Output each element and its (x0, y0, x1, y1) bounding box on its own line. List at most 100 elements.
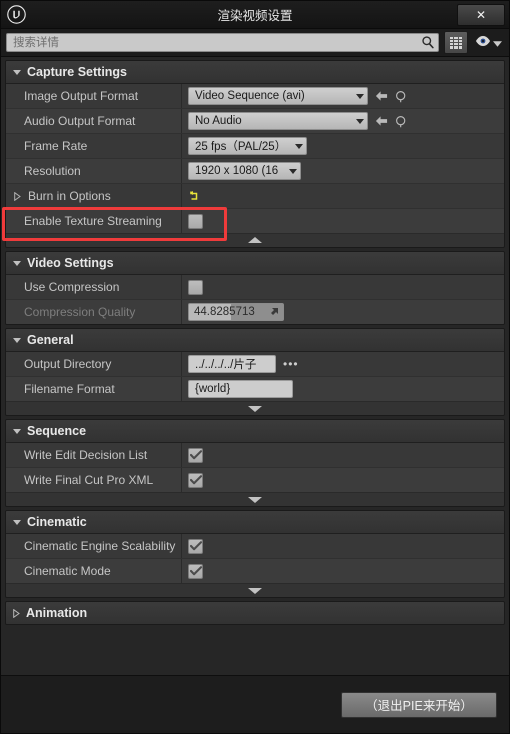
chevron-down-icon (356, 118, 364, 124)
property-label: Use Compression (24, 280, 120, 294)
property-label: Resolution (24, 164, 81, 178)
section-header-animation[interactable]: Animation (6, 602, 504, 624)
enable-texture-streaming-checkbox[interactable] (188, 213, 203, 229)
checkmark-icon (189, 566, 202, 576)
compression-quality-field[interactable]: 44.8285713 (188, 303, 284, 321)
section-header-video-settings[interactable]: Video Settings (6, 252, 504, 275)
section-header-capture-settings[interactable]: Capture Settings (6, 61, 504, 84)
section-header-sequence[interactable]: Sequence (6, 420, 504, 443)
property-row-audio-output-format: Audio Output Format No Audio (6, 109, 504, 134)
section-capture-settings: Capture Settings Image Output Format Vid… (5, 60, 505, 248)
collapse-up-icon (248, 237, 262, 243)
grid-view-button[interactable] (444, 31, 468, 54)
property-row-cinematic-engine-scalability: Cinematic Engine Scalability (6, 534, 504, 559)
section-header-cinematic[interactable]: Cinematic (6, 511, 504, 534)
details-panel[interactable]: Capture Settings Image Output Format Vid… (1, 57, 509, 705)
reset-arrow-icon[interactable] (375, 115, 388, 127)
expanded-triangle-icon (13, 337, 21, 343)
expanded-triangle-icon (13, 428, 21, 434)
expand-down-icon (248, 497, 262, 503)
search-toolbar (1, 29, 509, 57)
write-final-cut-pro-xml-checkbox[interactable] (188, 472, 203, 488)
use-compression-checkbox[interactable] (188, 279, 203, 295)
section-video-settings: Video Settings Use Compression Compressi… (5, 251, 505, 325)
section-animation: Animation (5, 601, 505, 625)
property-value (181, 275, 504, 299)
property-label: Frame Rate (24, 139, 88, 153)
checkmark-icon (189, 541, 202, 551)
property-value (181, 184, 504, 208)
property-label: Write Edit Decision List (24, 448, 148, 462)
property-row-frame-rate: Frame Rate 25 fps（PAL/25） (6, 134, 504, 159)
frame-rate-combo[interactable]: 25 fps（PAL/25） (188, 137, 307, 155)
capture-movie-button[interactable]: （退出PIE来开始） (341, 691, 497, 718)
expanded-triangle-icon (13, 69, 21, 75)
collapse-strip-capture-settings[interactable] (6, 233, 504, 247)
chevron-down-icon (356, 93, 364, 99)
property-row-compression-quality: Compression Quality 44.8285713 (6, 300, 504, 324)
grid-view-icon (450, 36, 462, 49)
property-label: Filename Format (24, 382, 115, 396)
property-label: Burn in Options (28, 189, 111, 203)
cinematic-mode-checkbox[interactable] (188, 563, 203, 579)
chevron-down-icon (295, 143, 303, 149)
property-value (181, 559, 504, 583)
eye-icon (475, 35, 491, 50)
audio-output-format-combo[interactable]: No Audio (188, 112, 368, 130)
collapse-strip-cinematic[interactable] (6, 583, 504, 597)
capture-movie-label: （退出PIE来开始） (365, 699, 473, 713)
collapse-strip-sequence[interactable] (6, 492, 504, 506)
property-label: Cinematic Engine Scalability (24, 539, 176, 553)
resolution-combo[interactable]: 1920 x 1080 (16:9) (188, 162, 301, 180)
property-label: Cinematic Mode (24, 564, 111, 578)
browse-magnifier-icon[interactable] (395, 90, 408, 103)
view-options-button[interactable] (473, 35, 504, 50)
collapsed-triangle-icon (14, 191, 21, 201)
reset-arrow-icon[interactable] (375, 90, 388, 102)
property-label: Write Final Cut Pro XML (24, 473, 154, 487)
unreal-engine-logo-icon (1, 1, 31, 28)
property-value: Video Sequence (avi) (181, 84, 504, 108)
section-title: Capture Settings (27, 65, 128, 79)
property-row-filename-format: Filename Format {world} (6, 377, 504, 401)
section-general: General Output Directory ../../../../片子 … (5, 328, 505, 416)
property-label: Enable Texture Streaming (24, 214, 162, 228)
property-value: 1920 x 1080 (16:9) (181, 159, 504, 183)
combo-value: 25 fps（PAL/25） (195, 141, 285, 153)
search-input[interactable] (6, 33, 439, 52)
property-row-write-edit-decision-list: Write Edit Decision List (6, 443, 504, 468)
property-value: {world} (181, 377, 504, 401)
property-row-burn-in-options[interactable]: Burn in Options (6, 184, 504, 209)
property-value (181, 443, 504, 467)
filename-format-input[interactable]: {world} (188, 380, 293, 398)
render-movie-settings-window: 渲染视频设置 ✕ 搜索详情 Capture Settings Image Out… (0, 0, 510, 734)
window-title: 渲染视频设置 (217, 9, 293, 23)
property-row-output-directory: Output Directory ../../../../片子 ••• (6, 352, 504, 377)
property-label: Audio Output Format (24, 114, 136, 128)
search-field-wrapper (6, 33, 439, 52)
property-row-write-final-cut-pro-xml: Write Final Cut Pro XML (6, 468, 504, 492)
browse-magnifier-icon[interactable] (395, 115, 408, 128)
property-row-use-compression: Use Compression (6, 275, 504, 300)
image-output-format-combo[interactable]: Video Sequence (avi) (188, 87, 368, 105)
expanded-triangle-icon (13, 260, 21, 266)
close-button[interactable]: ✕ (457, 4, 505, 26)
section-sequence: Sequence Write Edit Decision List Write … (5, 419, 505, 507)
section-rows: Cinematic Engine Scalability Cinematic M… (6, 534, 504, 583)
property-label: Compression Quality (24, 305, 136, 319)
write-edit-decision-list-checkbox[interactable] (188, 447, 203, 463)
property-label: Image Output Format (24, 89, 139, 103)
reset-to-default-icon[interactable] (188, 190, 200, 202)
output-directory-input[interactable]: ../../../../片子 (188, 355, 276, 373)
combo-value: 1920 x 1080 (16:9) (195, 165, 279, 177)
collapse-strip-general[interactable] (6, 401, 504, 415)
compression-quality-value: 44.8285713 (194, 306, 255, 318)
expanded-triangle-icon (13, 519, 21, 525)
browse-ellipsis-button[interactable]: ••• (283, 358, 299, 370)
cinematic-engine-scalability-checkbox[interactable] (188, 538, 203, 554)
close-icon: ✕ (475, 8, 487, 22)
property-row-enable-texture-streaming: Enable Texture Streaming (6, 209, 504, 233)
drag-handle-icon (268, 307, 279, 320)
property-label: Output Directory (24, 357, 112, 371)
section-header-general[interactable]: General (6, 329, 504, 352)
